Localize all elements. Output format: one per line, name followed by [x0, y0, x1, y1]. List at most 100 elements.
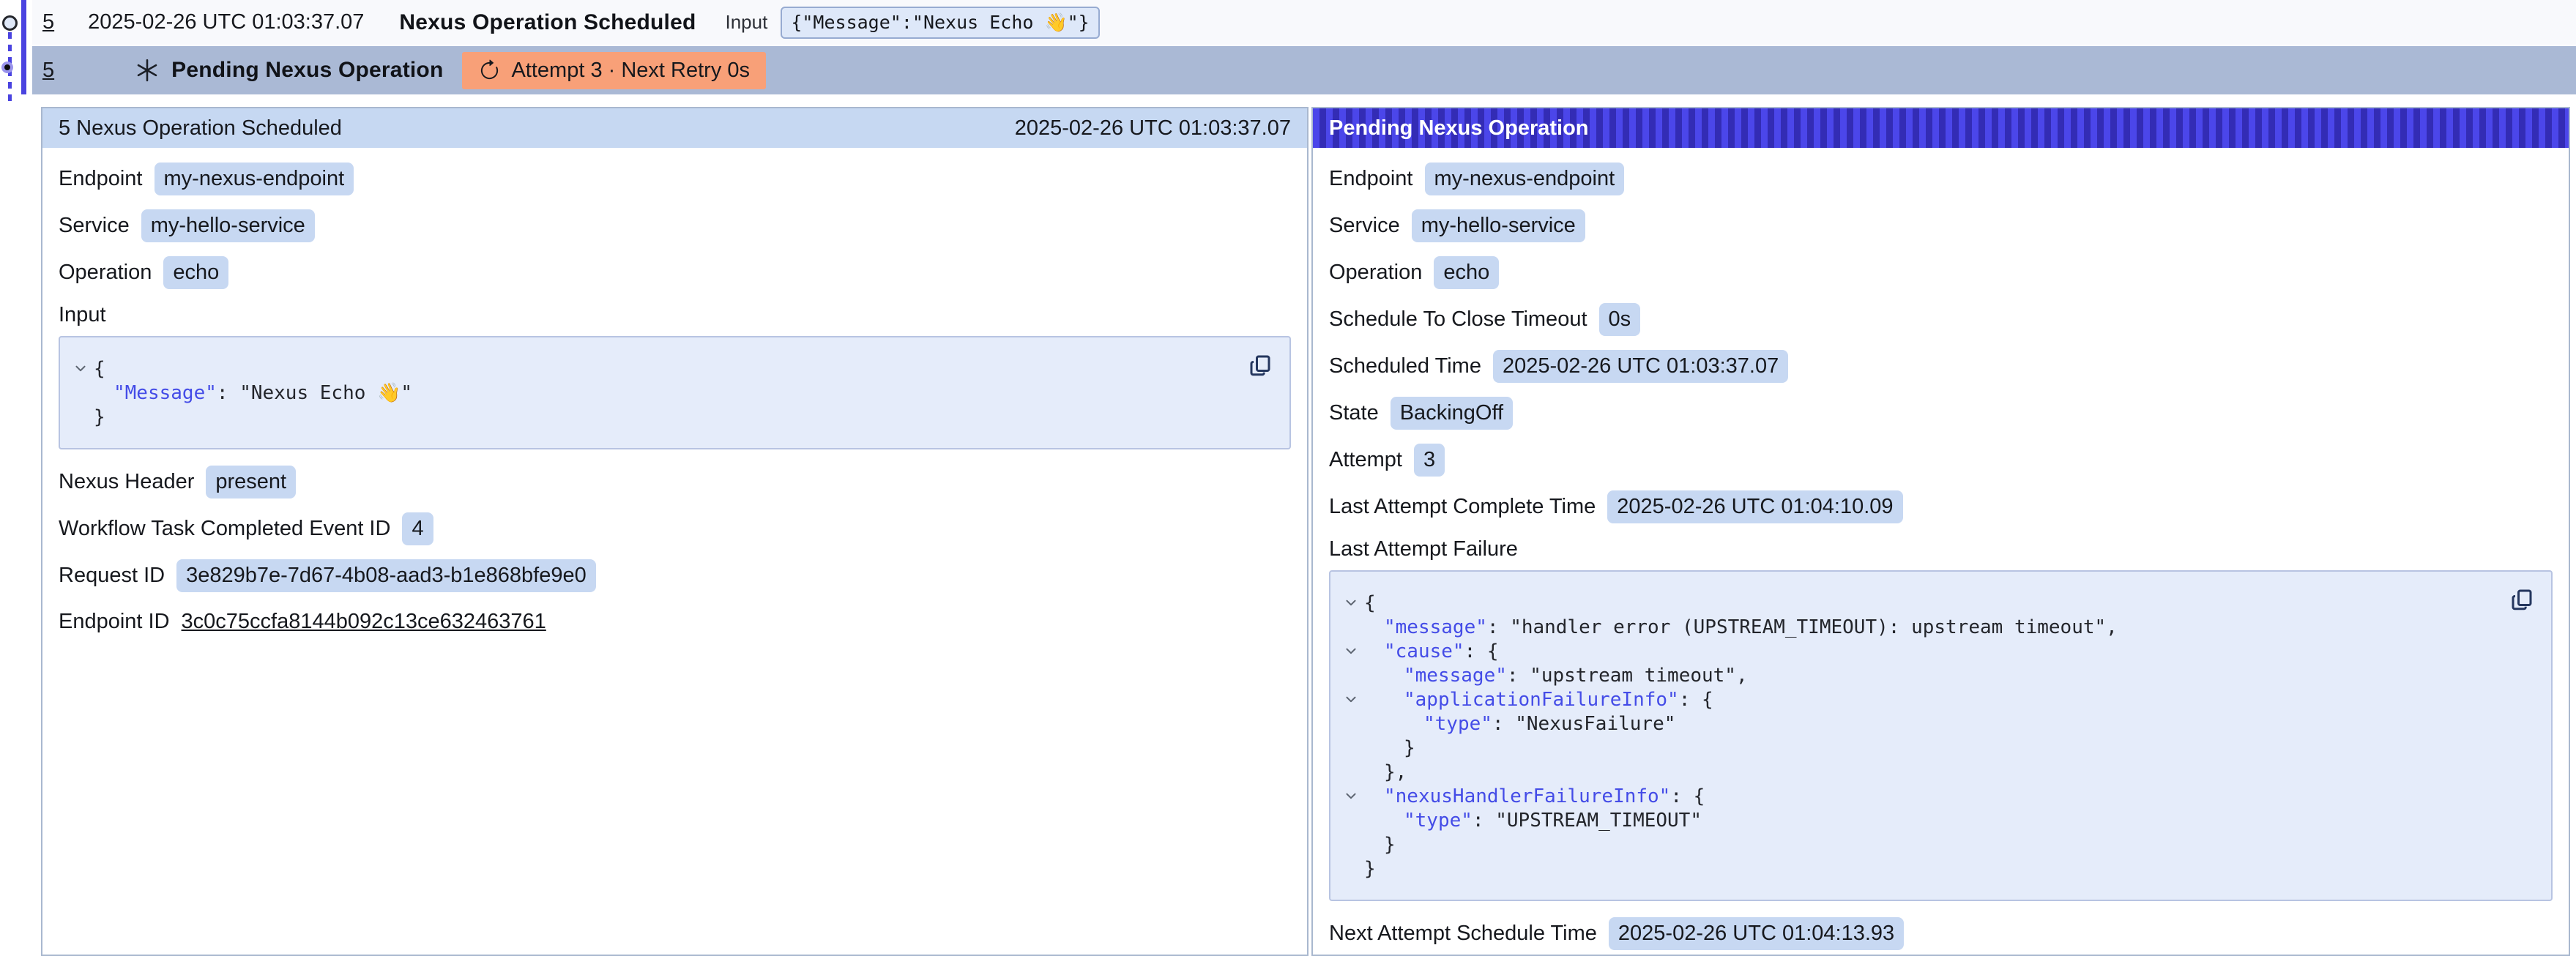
field-row: Request ID3e829b7e-7d67-4b08-aad3-b1e868… [59, 559, 1291, 592]
field-label: Operation [1329, 261, 1422, 285]
event-row-scheduled[interactable]: 5 2025-02-26 UTC 01:03:37.07 Nexus Opera… [32, 0, 2576, 45]
field-row: Endpointmy-nexus-endpoint [1329, 163, 2553, 195]
event-row-pending[interactable]: 5 Pending Nexus Operation Attempt 3 · Ne… [32, 46, 2576, 94]
json-text: } [1404, 737, 1415, 759]
code-line-text: "message": "upstream timeout", [1364, 665, 1748, 687]
scheduled-event-panel: 5 Nexus Operation Scheduled 2025-02-26 U… [41, 107, 1309, 956]
retry-status-badge: Attempt 3 · Next Retry 0s [462, 52, 766, 89]
scheduled-panel-title: 5 Nexus Operation Scheduled [59, 116, 342, 141]
field-value-badge: 0s [1599, 303, 1641, 336]
code-line: } [67, 405, 1238, 429]
json-text: : { [1679, 689, 1713, 711]
field-value-badge: echo [1434, 256, 1499, 289]
code-line: "applicationFailureInfo": { [1338, 687, 2500, 712]
pending-panel-title: Pending Nexus Operation [1329, 116, 1589, 141]
field-label: Service [59, 214, 130, 238]
field-row: Servicemy-hello-service [1329, 209, 2553, 242]
scheduled-panel-time: 2025-02-26 UTC 01:03:37.07 [1015, 116, 1291, 141]
copy-button[interactable] [1244, 349, 1276, 381]
json-key: "message" [1404, 665, 1507, 687]
code-line-text: } [1364, 858, 1376, 880]
json-text: : "NexusFailure" [1492, 713, 1675, 735]
field-row: Last Attempt Complete Time2025-02-26 UTC… [1329, 490, 2553, 523]
field-row: Endpoint my-nexus-endpoint [59, 163, 1291, 195]
json-key: "type" [1404, 810, 1473, 832]
json-text: : "Nexus Echo 👋" [217, 382, 412, 404]
code-line: "Message": "Nexus Echo 👋" [67, 381, 1238, 405]
collapse-chevron-icon[interactable] [1344, 692, 1358, 707]
code-line: "message": "handler error (UPSTREAM_TIME… [1338, 615, 2500, 639]
pending-panel-header: Pending Nexus Operation [1313, 108, 2569, 148]
code-line-text: "applicationFailureInfo": { [1364, 689, 1713, 711]
field-label: Last Attempt Complete Time [1329, 495, 1596, 519]
pending-operation-panel: Pending Nexus Operation Endpointmy-nexus… [1311, 107, 2570, 956]
event-timestamp: 2025-02-26 UTC 01:03:37.07 [88, 10, 364, 34]
code-line: } [1338, 856, 2500, 881]
code-line: } [1338, 736, 2500, 760]
input-json-block: {"Message": "Nexus Echo 👋"} [59, 336, 1291, 449]
event-title: Nexus Operation Scheduled [399, 10, 696, 35]
event-input-label: Input [726, 11, 768, 34]
refresh-icon [478, 59, 501, 82]
field-row: Nexus Headerpresent [59, 466, 1291, 498]
code-line-text: "cause": { [1364, 641, 1499, 662]
event-rows: 5 2025-02-26 UTC 01:03:37.07 Nexus Opera… [32, 0, 2576, 94]
code-line-text: "nexusHandlerFailureInfo": { [1364, 785, 1705, 807]
field-row: Operationecho [59, 256, 1291, 289]
collapse-chevron-icon[interactable] [1344, 596, 1358, 610]
field-value-badge: my-nexus-endpoint [155, 163, 354, 195]
code-line: { [67, 356, 1238, 381]
detail-panels: 5 Nexus Operation Scheduled 2025-02-26 U… [41, 107, 2570, 956]
field-row: StateBackingOff [1329, 397, 2553, 430]
json-text: }, [1384, 761, 1407, 783]
code-line: "nexusHandlerFailureInfo": { [1338, 784, 2500, 808]
pending-panel-body: Endpointmy-nexus-endpoint Servicemy-hello… [1313, 148, 2569, 950]
code-line-gutter[interactable] [67, 362, 94, 376]
code-line: { [1338, 591, 2500, 615]
field-row: Scheduled Time2025-02-26 UTC 01:03:37.07 [1329, 350, 2553, 383]
json-key: "cause" [1384, 641, 1464, 662]
field-row: Schedule To Close Timeout 0s [1329, 303, 2553, 336]
field-value-badge: 4 [402, 512, 433, 545]
field-label: Workflow Task Completed Event ID [59, 517, 390, 541]
pending-event-id-link[interactable]: 5 [42, 59, 54, 83]
collapse-chevron-icon[interactable] [73, 362, 88, 376]
copy-button[interactable] [2506, 583, 2538, 616]
event-input-preview-chip: {"Message":"Nexus Echo 👋"} [781, 7, 1099, 39]
field-row: Endpoint ID 3c0c75ccfa8144b092c13ce632463… [59, 606, 1291, 638]
code-line-gutter[interactable] [1338, 596, 1364, 610]
json-key: "nexusHandlerFailureInfo" [1384, 785, 1670, 807]
code-line-gutter[interactable] [1338, 692, 1364, 707]
endpoint-id-link[interactable]: 3c0c75ccfa8144b092c13ce632463761 [182, 610, 546, 634]
field-label: Service [1329, 214, 1400, 238]
json-key: "applicationFailureInfo" [1404, 689, 1679, 711]
event-id-link[interactable]: 5 [42, 10, 54, 34]
collapse-chevron-icon[interactable] [1344, 644, 1358, 659]
field-label: Nexus Header [59, 470, 194, 494]
code-line: "message": "upstream timeout", [1338, 663, 2500, 687]
code-line-text: { [94, 358, 105, 380]
code-line-text: { [1364, 592, 1376, 614]
collapse-chevron-icon[interactable] [1344, 789, 1358, 804]
field-label: Request ID [59, 564, 165, 588]
code-line-text: }, [1364, 761, 1407, 783]
code-line-text: "message": "handler error (UPSTREAM_TIME… [1364, 616, 2118, 638]
json-text: { [94, 358, 105, 380]
field-label: Attempt [1329, 448, 1402, 472]
field-row: Servicemy-hello-service [59, 209, 1291, 242]
field-row: Operation echo [1329, 256, 2553, 289]
json-text: : { [1670, 785, 1705, 807]
failure-json-block: {"message": "handler error (UPSTREAM_TIM… [1329, 570, 2553, 901]
json-key: "Message" [113, 382, 217, 404]
code-line-gutter[interactable] [1338, 644, 1364, 659]
field-label: Endpoint ID [59, 610, 170, 634]
code-line-text: } [94, 406, 105, 428]
code-line-text: "Message": "Nexus Echo 👋" [94, 382, 412, 404]
retry-badge-label: Attempt 3 · Next Retry 0s [511, 59, 750, 83]
field-label: Next Attempt Schedule Time [1329, 922, 1597, 946]
code-line-gutter[interactable] [1338, 789, 1364, 804]
field-label: Endpoint [59, 167, 143, 191]
field-value-badge: BackingOff [1391, 397, 1513, 430]
code-line-text: } [1364, 737, 1415, 759]
field-label: Schedule To Close Timeout [1329, 307, 1587, 332]
